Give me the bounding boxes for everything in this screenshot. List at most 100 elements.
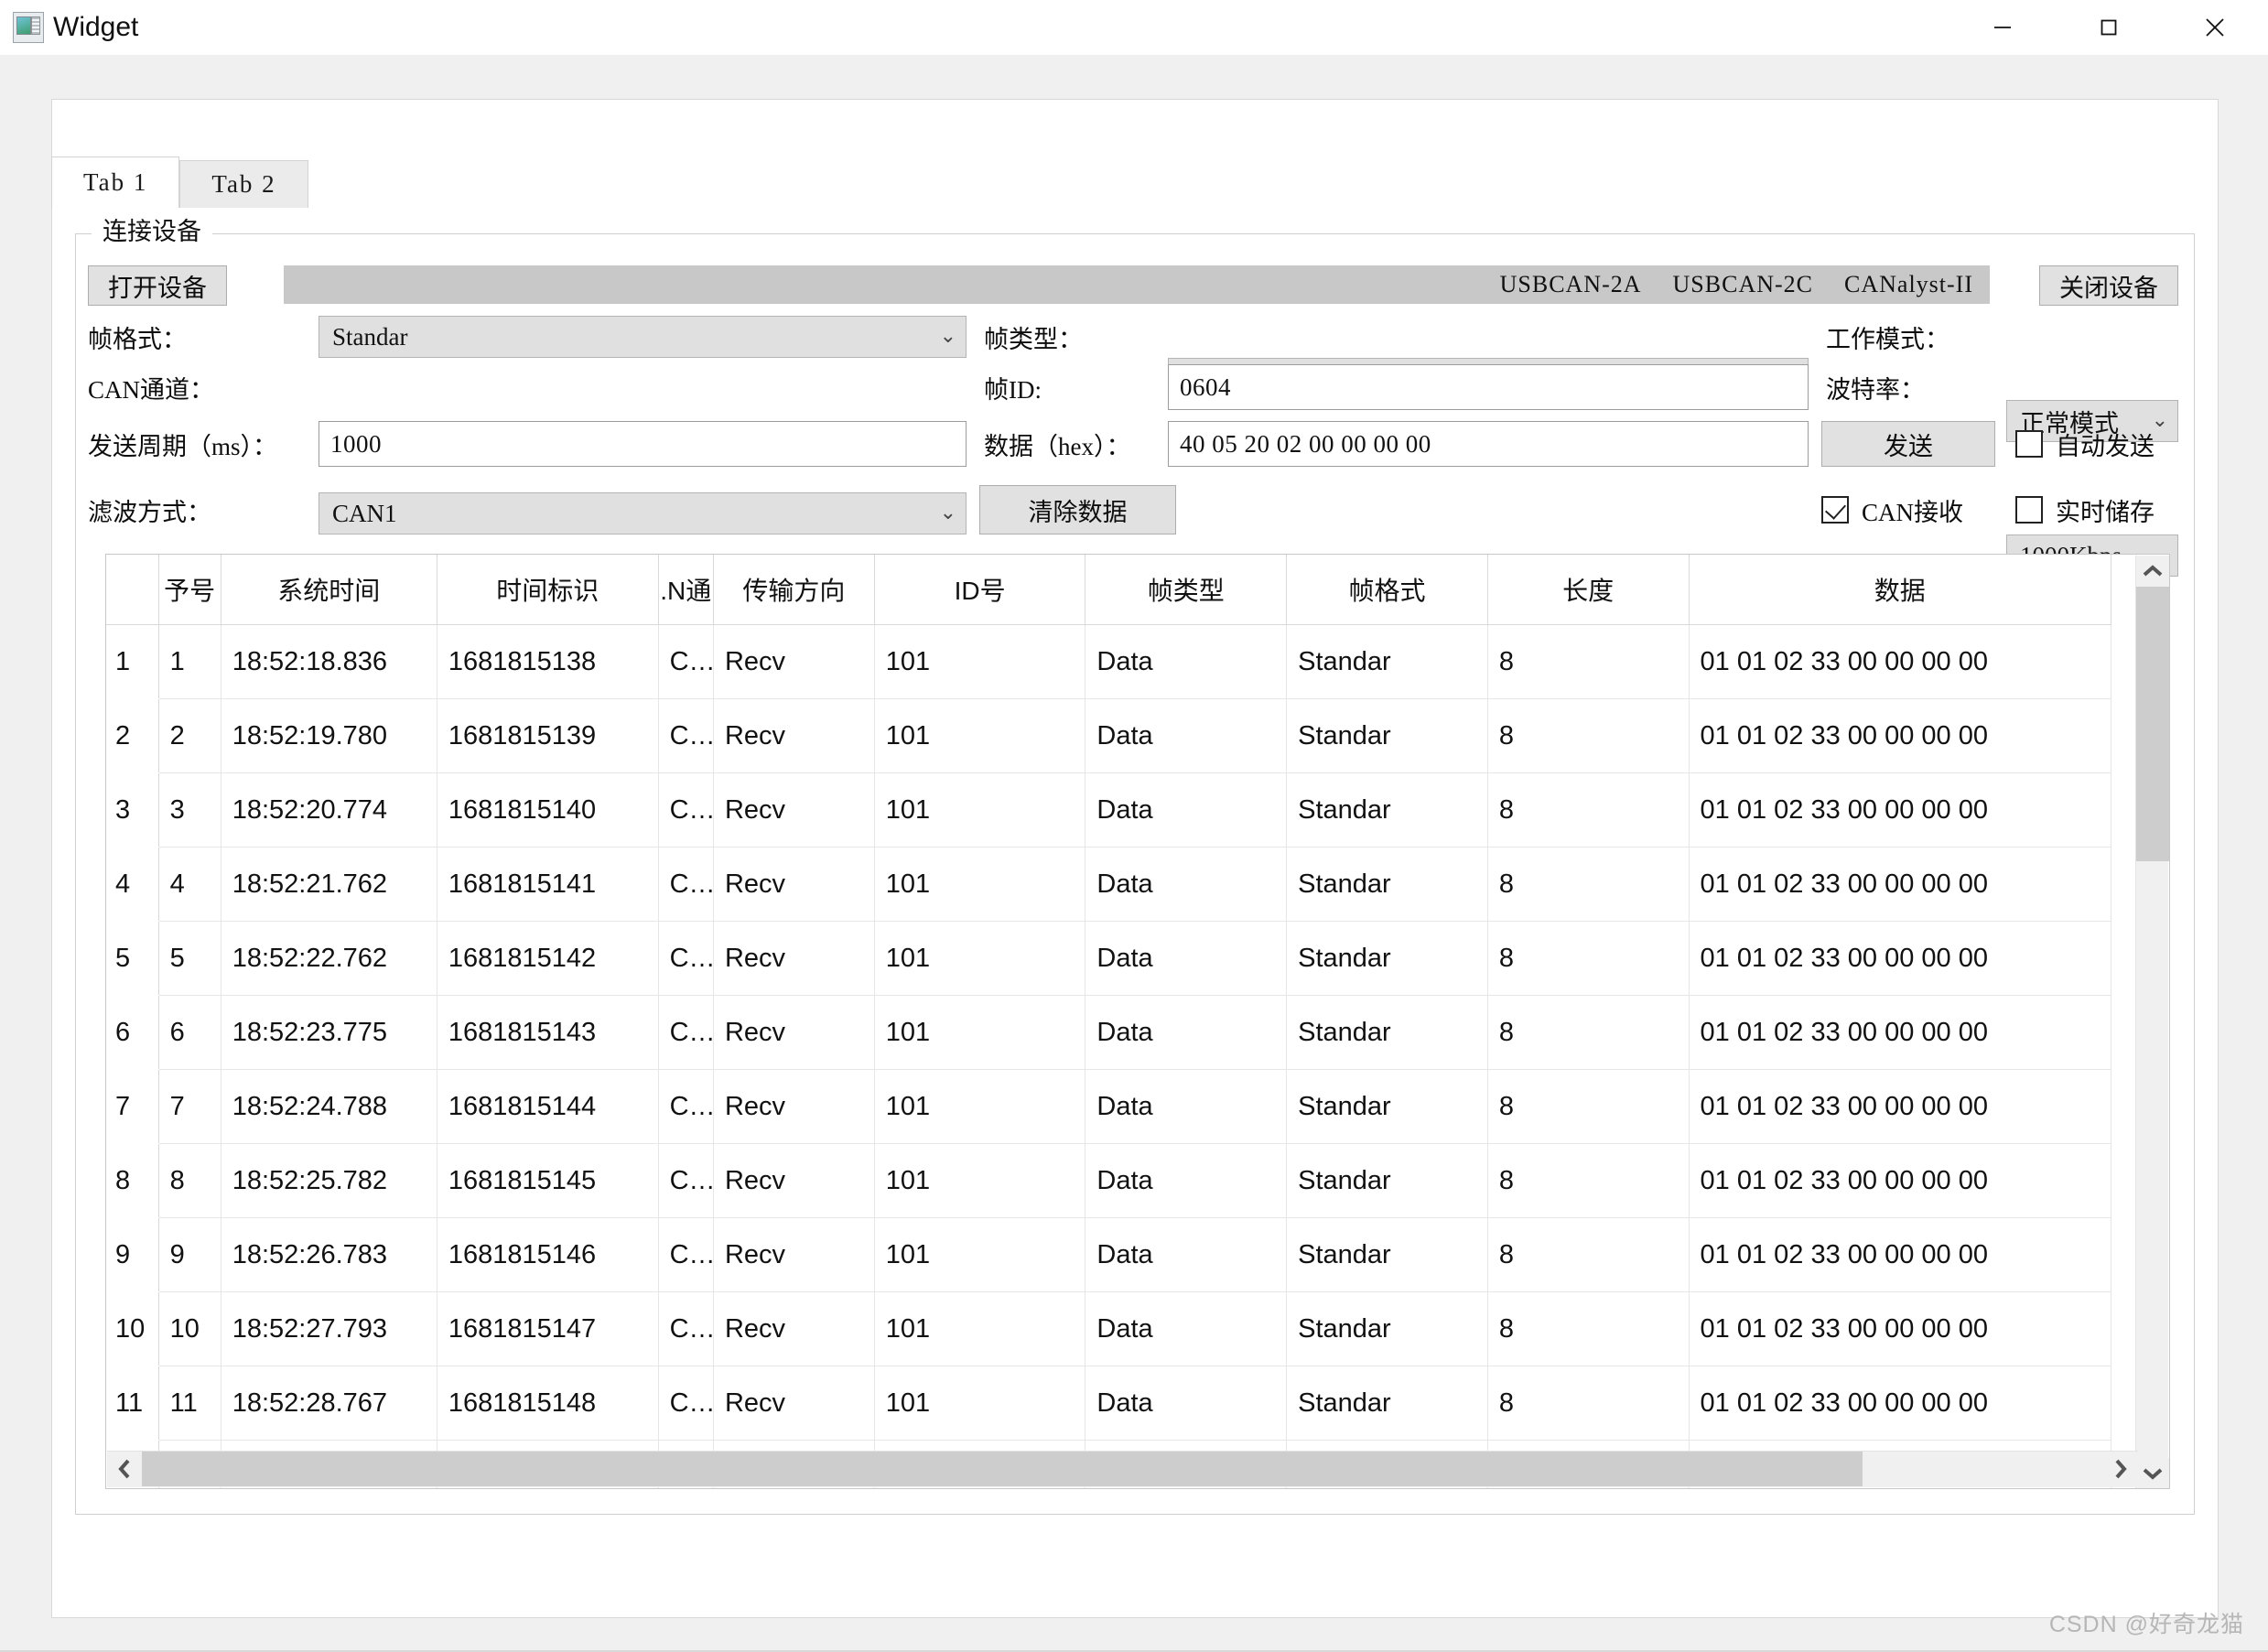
table-cell-0[interactable]: 10: [158, 1292, 221, 1366]
table-cell-9[interactable]: 01 01 02 33 00 00 00 00: [1689, 1366, 2111, 1441]
table-cell-1[interactable]: 18:52:19.780: [221, 699, 437, 773]
col-header-frame-format[interactable]: 帧格式: [1287, 555, 1488, 625]
table-cell-1[interactable]: 18:52:21.762: [221, 848, 437, 922]
table-cell-1[interactable]: 18:52:28.767: [221, 1366, 437, 1441]
table-cell-9[interactable]: 01 01 02 33 00 00 00 00: [1689, 625, 2111, 699]
table-cell-6[interactable]: Data: [1085, 922, 1287, 996]
table-cell-1[interactable]: 18:52:20.774: [221, 773, 437, 848]
table-cell-4[interactable]: Recv: [713, 625, 874, 699]
row-header-cell[interactable]: 8: [106, 1144, 158, 1218]
table-cell-9[interactable]: 01 01 02 33 00 00 00 00: [1689, 773, 2111, 848]
table-cell-5[interactable]: 101: [874, 996, 1085, 1070]
table-cell-4[interactable]: Recv: [713, 1366, 874, 1441]
table-cell-9[interactable]: 01 01 02 33 00 00 00 00: [1689, 1144, 2111, 1218]
table-cell-3[interactable]: C…: [658, 1292, 713, 1366]
table-cell-2[interactable]: 1681815139: [437, 699, 658, 773]
table-cell-3[interactable]: C…: [658, 773, 713, 848]
table-row[interactable]: 1118:52:18.8361681815138C…Recv101DataSta…: [106, 625, 2111, 699]
table-cell-6[interactable]: Data: [1085, 1292, 1287, 1366]
table-cell-7[interactable]: Standar: [1287, 1218, 1488, 1292]
open-device-button[interactable]: 打开设备: [88, 265, 227, 306]
horizontal-scroll-thumb[interactable]: [142, 1452, 1863, 1486]
row-header-cell[interactable]: 11: [106, 1366, 158, 1441]
table-cell-2[interactable]: 1681815140: [437, 773, 658, 848]
scroll-left-button[interactable]: [107, 1452, 142, 1486]
table-cell-2[interactable]: 1681815138: [437, 625, 658, 699]
table-cell-8[interactable]: 8: [1487, 773, 1689, 848]
table-cell-2[interactable]: 1681815142: [437, 922, 658, 996]
table-cell-3[interactable]: C…: [658, 699, 713, 773]
table-cell-4[interactable]: Recv: [713, 848, 874, 922]
table-cell-2[interactable]: 1681815147: [437, 1292, 658, 1366]
table-cell-7[interactable]: Standar: [1287, 996, 1488, 1070]
table-cell-2[interactable]: 1681815148: [437, 1366, 658, 1441]
col-header-frame-type[interactable]: 帧类型: [1085, 555, 1287, 625]
scroll-down-button[interactable]: [2136, 1458, 2169, 1489]
table-cell-3[interactable]: C…: [658, 1070, 713, 1144]
table-cell-8[interactable]: 8: [1487, 1144, 1689, 1218]
table-cell-0[interactable]: 7: [158, 1070, 221, 1144]
table-cell-6[interactable]: Data: [1085, 625, 1287, 699]
close-button[interactable]: [2162, 0, 2268, 55]
table-cell-0[interactable]: 8: [158, 1144, 221, 1218]
table-cell-9[interactable]: 01 01 02 33 00 00 00 00: [1689, 922, 2111, 996]
table-cell-8[interactable]: 8: [1487, 996, 1689, 1070]
frame-format-select[interactable]: Standar ⌄: [319, 316, 967, 358]
col-header-channel[interactable]: .N通: [658, 555, 713, 625]
table-cell-4[interactable]: Recv: [713, 1218, 874, 1292]
table-cell-7[interactable]: Standar: [1287, 848, 1488, 922]
close-device-button[interactable]: 关闭设备: [2039, 265, 2178, 306]
table-cell-9[interactable]: 01 01 02 33 00 00 00 00: [1689, 1070, 2111, 1144]
row-header-cell[interactable]: 2: [106, 699, 158, 773]
vertical-scroll-thumb[interactable]: [2136, 587, 2169, 861]
send-button[interactable]: 发送: [1821, 421, 1995, 467]
table-cell-0[interactable]: 4: [158, 848, 221, 922]
table-cell-3[interactable]: C…: [658, 1218, 713, 1292]
table-cell-7[interactable]: Standar: [1287, 699, 1488, 773]
frame-id-input[interactable]: 0604: [1168, 364, 1809, 410]
table-cell-0[interactable]: 1: [158, 625, 221, 699]
table-cell-2[interactable]: 1681815141: [437, 848, 658, 922]
table-row[interactable]: 9918:52:26.7831681815146C…Recv101DataSta…: [106, 1218, 2111, 1292]
table-cell-5[interactable]: 101: [874, 1218, 1085, 1292]
table-cell-4[interactable]: Recv: [713, 1144, 874, 1218]
table-cell-8[interactable]: 8: [1487, 1366, 1689, 1441]
table-cell-5[interactable]: 101: [874, 848, 1085, 922]
maximize-button[interactable]: [2056, 0, 2162, 55]
table-cell-7[interactable]: Standar: [1287, 1366, 1488, 1441]
table-row[interactable]: 7718:52:24.7881681815144C…Recv101DataSta…: [106, 1070, 2111, 1144]
col-header-length[interactable]: 长度: [1487, 555, 1689, 625]
data-hex-input[interactable]: 40 05 20 02 00 00 00 00: [1168, 421, 1809, 467]
table-cell-3[interactable]: C…: [658, 996, 713, 1070]
table-cell-7[interactable]: Standar: [1287, 1292, 1488, 1366]
table-cell-5[interactable]: 101: [874, 922, 1085, 996]
table-cell-4[interactable]: Recv: [713, 773, 874, 848]
table-cell-6[interactable]: Data: [1085, 699, 1287, 773]
table-row[interactable]: 101018:52:27.7931681815147C…Recv101DataS…: [106, 1292, 2111, 1366]
table-cell-6[interactable]: Data: [1085, 1366, 1287, 1441]
scroll-right-button[interactable]: [2103, 1452, 2138, 1486]
table-row[interactable]: 2218:52:19.7801681815139C…Recv101DataSta…: [106, 699, 2111, 773]
table-cell-3[interactable]: C…: [658, 1366, 713, 1441]
table-cell-8[interactable]: 8: [1487, 699, 1689, 773]
table-cell-2[interactable]: 1681815145: [437, 1144, 658, 1218]
table-cell-4[interactable]: Recv: [713, 1070, 874, 1144]
row-header-cell[interactable]: 10: [106, 1292, 158, 1366]
table-cell-9[interactable]: 01 01 02 33 00 00 00 00: [1689, 1218, 2111, 1292]
table-cell-9[interactable]: 01 01 02 33 00 00 00 00: [1689, 1292, 2111, 1366]
row-header-cell[interactable]: 4: [106, 848, 158, 922]
tab-2[interactable]: Tab 2: [179, 160, 308, 208]
scroll-up-button[interactable]: [2136, 556, 2169, 587]
table-cell-8[interactable]: 8: [1487, 922, 1689, 996]
table-cell-1[interactable]: 18:52:23.775: [221, 996, 437, 1070]
table-cell-9[interactable]: 01 01 02 33 00 00 00 00: [1689, 996, 2111, 1070]
table-row[interactable]: 111118:52:28.7671681815148C…Recv101DataS…: [106, 1366, 2111, 1441]
table-cell-3[interactable]: C…: [658, 922, 713, 996]
table-cell-7[interactable]: Standar: [1287, 1070, 1488, 1144]
table-corner-cell[interactable]: [106, 555, 158, 625]
table-cell-8[interactable]: 8: [1487, 1070, 1689, 1144]
table-cell-2[interactable]: 1681815144: [437, 1070, 658, 1144]
table-cell-6[interactable]: Data: [1085, 773, 1287, 848]
table-row[interactable]: 5518:52:22.7621681815142C…Recv101DataSta…: [106, 922, 2111, 996]
table-cell-6[interactable]: Data: [1085, 1070, 1287, 1144]
